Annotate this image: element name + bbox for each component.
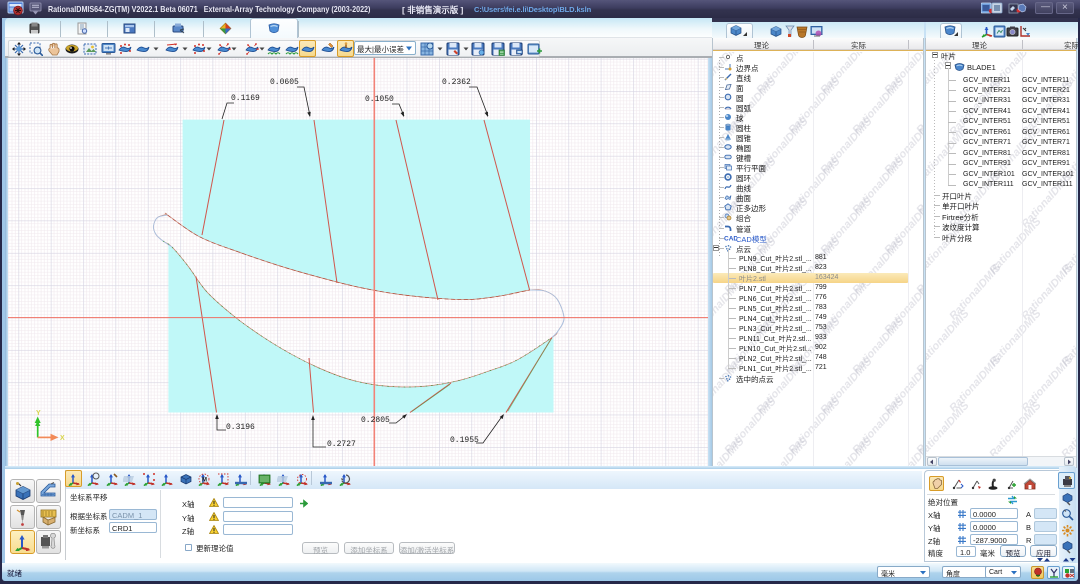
svg-text:M: M [202, 478, 207, 484]
svg-text:X: X [60, 435, 65, 442]
svg-text:Y: Y [36, 410, 41, 417]
